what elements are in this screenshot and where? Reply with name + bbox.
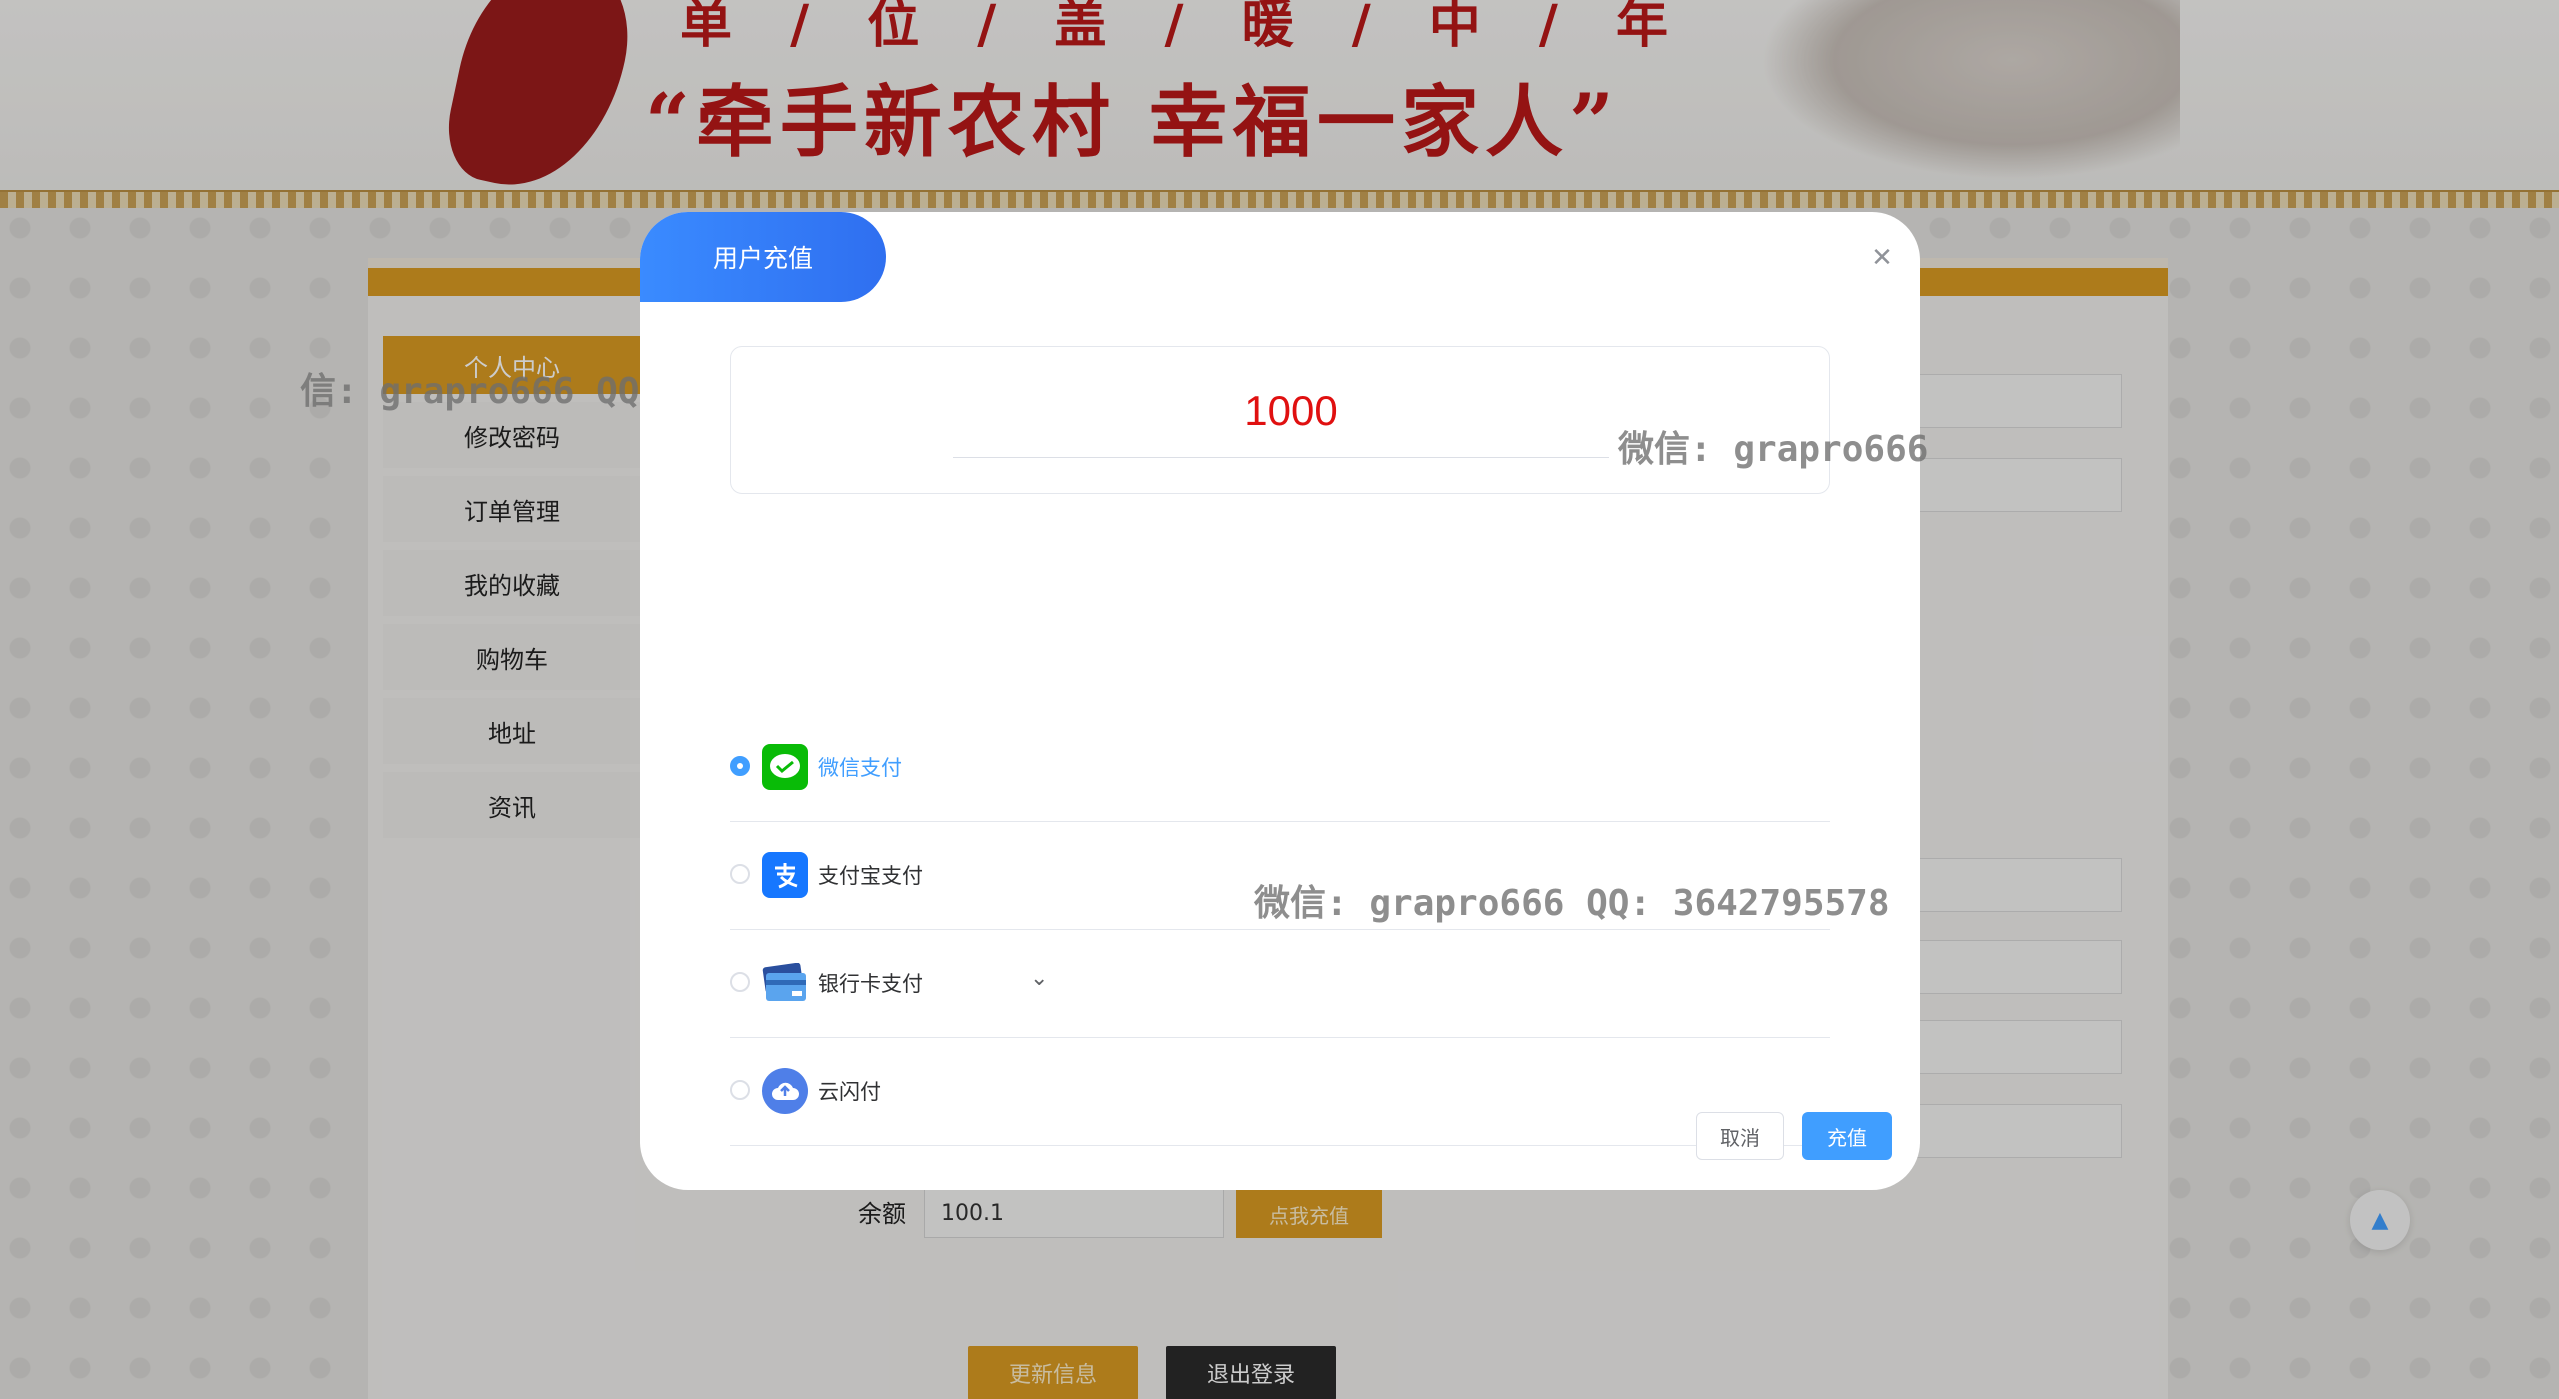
cancel-button[interactable]: 取消: [1696, 1112, 1784, 1160]
radio-alipay[interactable]: [730, 864, 750, 884]
amount-input[interactable]: 1000: [1041, 387, 1541, 435]
payment-option-unionpay[interactable]: 云闪付: [730, 1038, 1830, 1146]
unionpay-cloud-icon: [762, 1068, 808, 1114]
payment-label: 云闪付: [818, 1080, 881, 1104]
payment-label: 微信支付: [818, 756, 902, 780]
payment-option-bank-card[interactable]: 银行卡支付 ⌄: [730, 930, 1830, 1038]
payment-label: 银行卡支付: [818, 972, 923, 996]
radio-unionpay[interactable]: [730, 1080, 750, 1100]
bank-card-icon: [762, 960, 808, 1006]
radio-wechat[interactable]: [730, 756, 750, 776]
close-icon[interactable]: ✕: [1870, 245, 1894, 271]
dialog-title: 用户充值: [640, 212, 886, 302]
payment-label: 支付宝支付: [818, 864, 923, 888]
chevron-down-icon[interactable]: ⌄: [1030, 966, 1048, 991]
alipay-icon: [762, 852, 808, 898]
confirm-recharge-button[interactable]: 充值: [1802, 1112, 1892, 1160]
watermark: 微信: grapro666: [1618, 429, 1929, 470]
recharge-dialog: 用户充值 ✕ 1000 微信支付 支付宝支付 银行卡支付 ⌄ 云闪付 取消 充值: [640, 212, 1920, 1190]
wechat-pay-icon: [762, 744, 808, 790]
amount-underline: [953, 457, 1609, 458]
radio-bank-card[interactable]: [730, 972, 750, 992]
payment-option-wechat[interactable]: 微信支付: [730, 714, 1830, 822]
watermark: 微信: grapro666 QQ: 3642795578: [1254, 883, 1890, 924]
